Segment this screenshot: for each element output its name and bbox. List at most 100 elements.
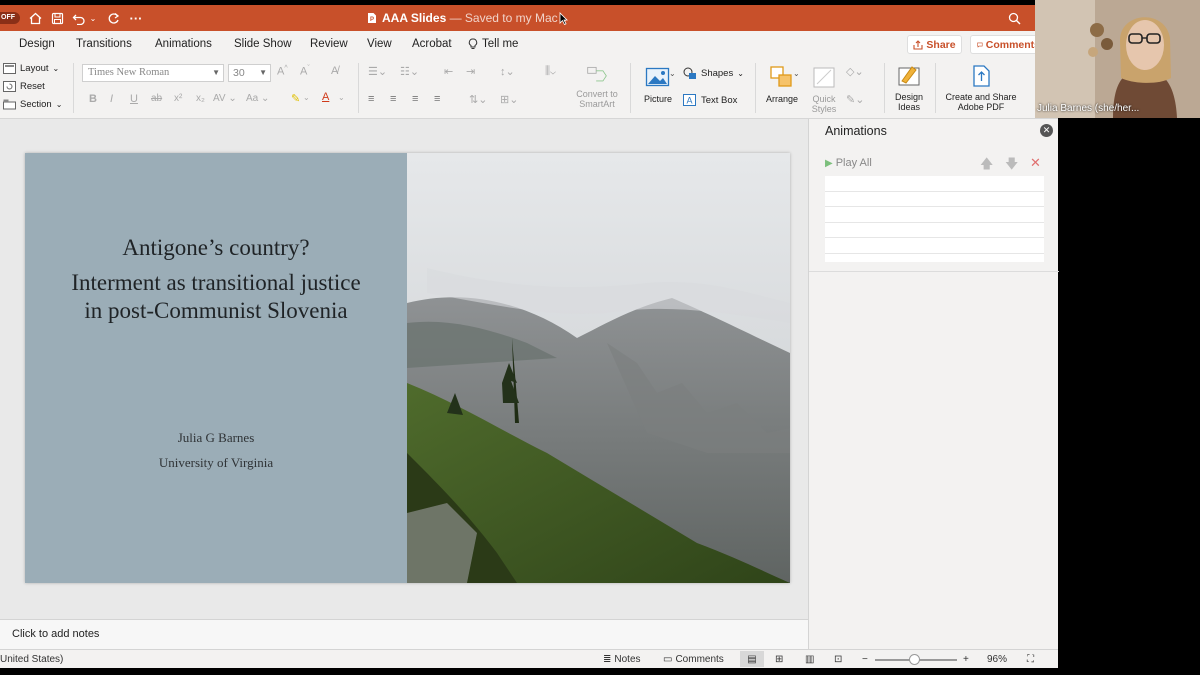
- save-icon[interactable]: [49, 9, 65, 27]
- tab-acrobat[interactable]: Acrobat: [412, 38, 452, 50]
- quick-styles-button[interactable]: Quick Styles: [804, 65, 844, 114]
- svg-text:P: P: [370, 17, 374, 23]
- align-left-icon[interactable]: ≡: [368, 93, 374, 105]
- webcam-feed: [1035, 0, 1200, 118]
- language-indicator[interactable]: United States): [0, 654, 63, 665]
- slide-title-line1[interactable]: Antigone’s country?: [25, 235, 407, 261]
- reading-view-icon[interactable]: ▥: [805, 654, 814, 665]
- tab-slide-show[interactable]: Slide Show: [234, 38, 292, 50]
- autosave-toggle[interactable]: OFF: [0, 12, 20, 24]
- comment-icon: ▭: [663, 654, 673, 665]
- slide-affiliation[interactable]: University of Virginia: [25, 455, 407, 471]
- chevron-down-icon[interactable]: ⌄: [303, 93, 310, 102]
- mountain-photo[interactable]: [407, 153, 790, 583]
- smartart-icon: [587, 66, 607, 82]
- decrease-font-size-icon[interactable]: Aˇ: [300, 65, 310, 78]
- notes-placeholder[interactable]: Click to add notes: [12, 628, 99, 640]
- italic-icon[interactable]: I: [110, 93, 113, 105]
- tab-review[interactable]: Review: [310, 38, 348, 50]
- align-text-icon[interactable]: ⊞⌄: [500, 93, 518, 106]
- move-up-icon[interactable]: 🡅: [980, 155, 993, 177]
- tell-me-search[interactable]: Tell me: [468, 38, 518, 50]
- picture-label: Picture: [643, 94, 672, 104]
- tab-design[interactable]: Design: [19, 38, 55, 50]
- decrease-indent-icon[interactable]: ⇤: [444, 65, 453, 78]
- justify-icon[interactable]: ≡: [434, 93, 440, 105]
- font-size-dropdown[interactable]: 30 ▼: [228, 64, 271, 82]
- zoom-out-icon[interactable]: −: [862, 654, 868, 665]
- share-button[interactable]: Share: [907, 35, 962, 54]
- change-case-icon[interactable]: Aa ⌄: [246, 93, 269, 104]
- arrange-label: Arrange: [765, 94, 799, 104]
- text-box-button[interactable]: A Text Box: [683, 94, 737, 107]
- tab-view[interactable]: View: [367, 38, 392, 50]
- animation-list[interactable]: [825, 176, 1044, 262]
- svg-text:A: A: [687, 96, 693, 106]
- design-ideas-button[interactable]: Design Ideas: [889, 63, 929, 112]
- zoom-level[interactable]: 96%: [987, 654, 1007, 665]
- comments-button[interactable]: Comments: [970, 35, 1040, 54]
- layout-button[interactable]: Layout ⌄: [3, 63, 59, 74]
- columns-icon[interactable]: ⫼⌄: [545, 65, 556, 78]
- clear-formatting-icon[interactable]: A̸: [331, 65, 338, 77]
- convert-smartart-button[interactable]: Convert to SmartArt: [570, 64, 624, 109]
- comments-toggle[interactable]: ▭ Comments: [663, 654, 724, 665]
- numbering-icon[interactable]: ☷⌄: [400, 65, 419, 78]
- align-right-icon[interactable]: ≡: [412, 93, 418, 105]
- bullets-icon[interactable]: ☰⌄: [368, 65, 387, 78]
- notes-toggle[interactable]: ≣ Notes: [603, 654, 641, 665]
- slide-sorter-icon[interactable]: ⊞: [775, 654, 783, 665]
- chevron-down-icon[interactable]: ⌄: [669, 69, 676, 78]
- shape-fill-icon[interactable]: ◇⌄: [846, 65, 864, 78]
- bold-icon[interactable]: B: [89, 93, 97, 105]
- title-panel[interactable]: Antigone’s country? Interment as transit…: [25, 153, 407, 583]
- list-item: [825, 223, 1044, 238]
- more-icon[interactable]: ···: [128, 9, 144, 27]
- font-name-dropdown[interactable]: Times New Roman ▼: [82, 64, 224, 82]
- move-down-icon[interactable]: 🡇: [1005, 155, 1018, 177]
- play-all-button[interactable]: ▶ Play All: [825, 157, 872, 169]
- superscript-icon[interactable]: x²: [174, 93, 182, 104]
- increase-font-size-icon[interactable]: A^: [277, 65, 288, 78]
- line-spacing-icon[interactable]: ↕⌄: [500, 65, 515, 78]
- reset-label: Reset: [20, 81, 45, 92]
- underline-icon[interactable]: U: [130, 93, 138, 105]
- zoom-slider-handle[interactable]: [909, 654, 920, 665]
- character-spacing-icon[interactable]: AV ⌄: [213, 93, 237, 104]
- slideshow-icon[interactable]: ⊡: [834, 654, 842, 665]
- close-icon[interactable]: ✕: [1040, 124, 1053, 137]
- highlighter-icon[interactable]: ✎: [291, 92, 300, 105]
- slide[interactable]: Antigone’s country? Interment as transit…: [25, 153, 790, 583]
- undo-icon[interactable]: [71, 9, 87, 27]
- list-item: [825, 207, 1044, 223]
- text-direction-icon[interactable]: ⇅⌄: [469, 93, 487, 106]
- search-icon[interactable]: [1006, 9, 1022, 27]
- slide-editing-area[interactable]: Antigone’s country? Interment as transit…: [0, 119, 808, 619]
- tab-animations[interactable]: Animations: [155, 38, 212, 50]
- section-icon: [3, 99, 16, 110]
- section-button[interactable]: Section ⌄: [3, 99, 62, 110]
- normal-view-icon[interactable]: ▤: [740, 651, 764, 667]
- strikethrough-icon[interactable]: ab: [151, 93, 162, 104]
- home-icon[interactable]: [27, 9, 43, 27]
- undo-dropdown-icon[interactable]: ⌄: [88, 9, 98, 27]
- fit-to-window-icon[interactable]: ⛶: [1027, 654, 1034, 665]
- subscript-icon[interactable]: x₂: [196, 93, 205, 104]
- reset-button[interactable]: Reset: [3, 81, 45, 92]
- slide-author[interactable]: Julia G Barnes: [25, 430, 407, 446]
- tab-transitions[interactable]: Transitions: [76, 38, 132, 50]
- shapes-button[interactable]: Shapes ⌄: [683, 67, 744, 80]
- notes-pane[interactable]: Click to add notes: [0, 619, 808, 649]
- chevron-down-icon[interactable]: ⌄: [793, 69, 800, 78]
- shape-outline-icon[interactable]: ✎⌄: [846, 93, 864, 106]
- chevron-down-icon[interactable]: ⌄: [338, 93, 345, 102]
- delete-icon[interactable]: ✕: [1030, 155, 1041, 171]
- zoom-in-icon[interactable]: +: [963, 654, 969, 665]
- create-share-pdf-button[interactable]: Create and Share Adobe PDF: [940, 63, 1022, 112]
- slide-title-line2[interactable]: Interment as transitional justice in pos…: [65, 269, 367, 325]
- font-color-icon[interactable]: A: [322, 91, 329, 103]
- increase-indent-icon[interactable]: ⇥: [466, 65, 475, 78]
- redo-icon[interactable]: [105, 9, 121, 27]
- align-center-icon[interactable]: ≡: [390, 93, 396, 105]
- comments-status-label: Comments: [675, 654, 724, 665]
